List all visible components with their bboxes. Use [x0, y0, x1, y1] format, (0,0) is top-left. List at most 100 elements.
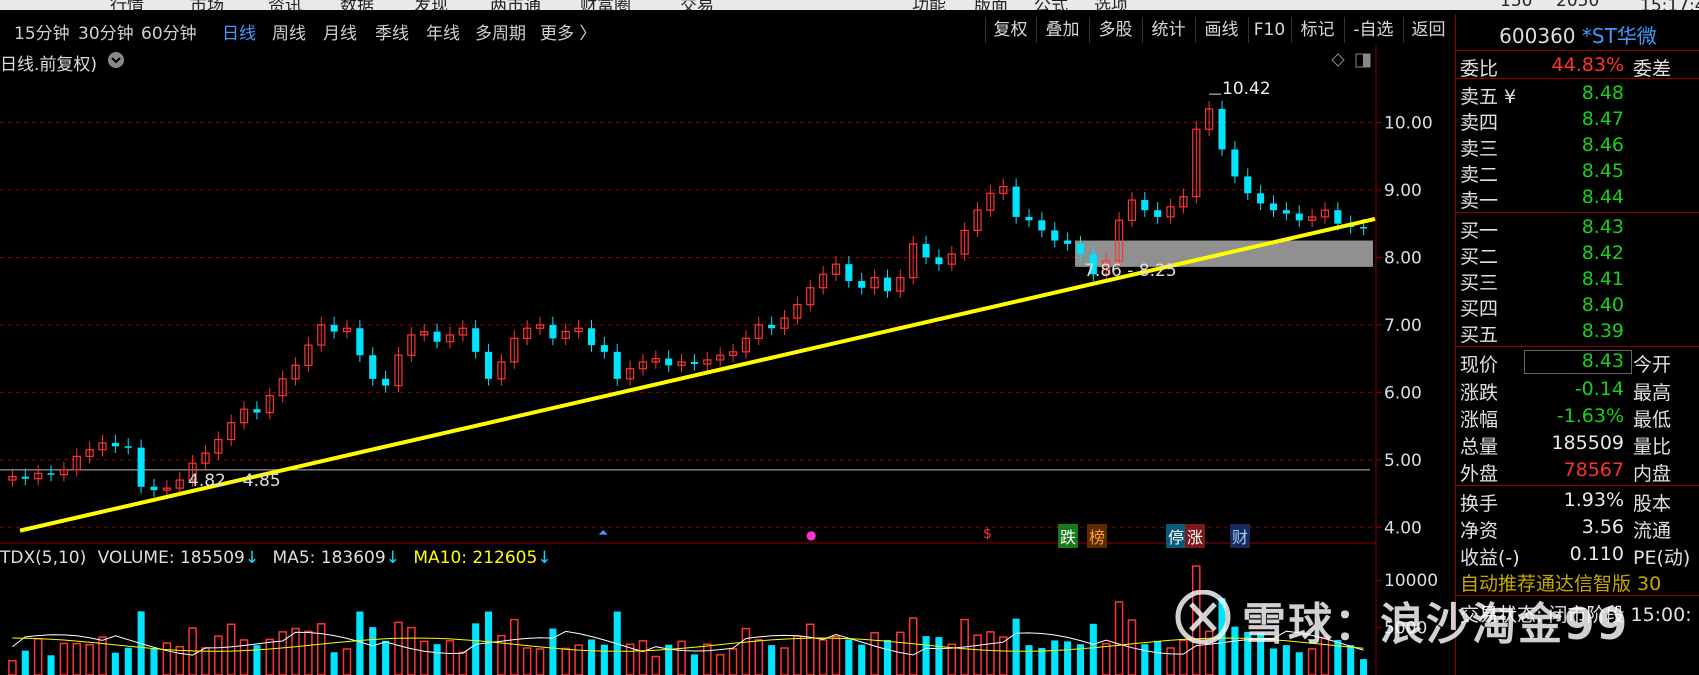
- bid-price: 8.43: [1581, 216, 1624, 238]
- volume-bar: [1295, 652, 1303, 675]
- volume-bar: [1114, 601, 1124, 675]
- marker-finance[interactable]: 财: [1230, 524, 1251, 548]
- top-menu-item[interactable]: 版面: [974, 0, 1008, 10]
- top-menu-item[interactable]: 数据: [340, 0, 374, 10]
- marker-fall[interactable]: 跌: [1058, 524, 1079, 548]
- mark-button[interactable]: 标记: [1291, 17, 1343, 43]
- down-arrow-icon: ↓: [537, 548, 552, 568]
- top-menu-item[interactable]: 2050: [1556, 0, 1599, 10]
- stock-header: 600360 *ST华微: [1456, 20, 1699, 49]
- zone-high-label: 7.86 - 8.25: [1084, 261, 1177, 281]
- dropdown-icon[interactable]: [107, 51, 125, 69]
- f10-button[interactable]: F10: [1248, 17, 1290, 43]
- top-menu-item[interactable]: 交易: [680, 0, 714, 10]
- draw-line-button[interactable]: 画线: [1195, 17, 1247, 43]
- period-quarterly[interactable]: 季线: [375, 19, 409, 44]
- top-menu-item[interactable]: 功能: [912, 0, 946, 10]
- ask-row[interactable]: 卖四 8.47: [1456, 106, 1699, 134]
- down-arrow-icon: ↓: [385, 548, 400, 568]
- stat-right-label: 流通: [1633, 520, 1672, 542]
- period-weekly[interactable]: 周线: [272, 19, 306, 44]
- marker-halt[interactable]: 停: [1166, 524, 1187, 548]
- stat-label: 涨幅: [1460, 409, 1499, 431]
- stat-right-label: 量比: [1633, 436, 1672, 458]
- stat-row: 净资 3.56 流通: [1456, 514, 1699, 542]
- stat-value: 0.110: [1569, 543, 1624, 565]
- top-menu-item[interactable]: 公式: [1034, 0, 1068, 10]
- webi-row: 委比 44.83% 委差: [1456, 52, 1699, 80]
- stat-value: 1.93%: [1563, 489, 1624, 511]
- volume-bar: [896, 631, 905, 675]
- period-more[interactable]: 更多 〉: [540, 19, 596, 44]
- top-menu-item[interactable]: 行情: [110, 0, 144, 10]
- candle-body: [1141, 200, 1149, 211]
- kline-chart[interactable]: 10.009.008.007.006.005.004.00100005000: [0, 46, 1455, 675]
- period-30min[interactable]: 30分钟: [78, 19, 134, 44]
- bid-row[interactable]: 买四 8.40: [1456, 292, 1699, 320]
- period-daily[interactable]: 日线: [222, 19, 256, 44]
- candle-body: [433, 331, 441, 342]
- y-tick-label: 6.00: [1384, 383, 1422, 403]
- ask-price: 8.48: [1581, 82, 1624, 104]
- y-tick-label: 5.00: [1384, 451, 1422, 471]
- bid-row[interactable]: 买五 8.39: [1456, 318, 1699, 346]
- back-button[interactable]: 返回: [1403, 17, 1453, 43]
- volume-bar: [330, 652, 338, 675]
- top-menu-item[interactable]: 选项: [1094, 0, 1128, 10]
- marker-s-icon: $: [983, 526, 992, 542]
- window-controls-icon[interactable]: [1330, 52, 1372, 70]
- volume-bar: [922, 636, 930, 675]
- candle-body: [1257, 193, 1265, 204]
- candle-body: [1025, 216, 1033, 221]
- top-menu-item[interactable]: 财富圈: [580, 0, 631, 10]
- volume-bar: [1269, 648, 1278, 675]
- stat-label: 换手: [1460, 493, 1499, 515]
- top-menu-item[interactable]: 市场: [190, 0, 224, 10]
- volume-bar: [304, 630, 313, 675]
- top-menu-item[interactable]: 15:17:42 周五: [1640, 0, 1699, 10]
- bid-row[interactable]: 买一 8.43: [1456, 214, 1699, 242]
- volume-indicator-name[interactable]: TDX(5,10): [0, 548, 86, 568]
- marker-rise[interactable]: 涨: [1185, 524, 1206, 548]
- ask-row[interactable]: 卖一 8.44: [1456, 184, 1699, 212]
- stat-value: 78567: [1563, 459, 1624, 481]
- overlay-button[interactable]: 叠加: [1036, 17, 1088, 43]
- candle-body: [47, 473, 55, 475]
- period-60min[interactable]: 60分钟: [141, 19, 197, 44]
- candle-body: [111, 442, 119, 447]
- stat-value: 185509: [1551, 432, 1624, 454]
- marker-rank[interactable]: 榜: [1087, 524, 1108, 548]
- period-yearly[interactable]: 年线: [426, 19, 460, 44]
- bid-row[interactable]: 买二 8.42: [1456, 240, 1699, 268]
- period-multi[interactable]: 多周期: [475, 19, 526, 44]
- multi-stock-button[interactable]: 多股: [1089, 17, 1141, 43]
- candle-body: [369, 355, 377, 379]
- candlesticks: [8, 93, 1368, 497]
- volume-bar: [407, 626, 416, 675]
- bid-row[interactable]: 买三 8.41: [1456, 266, 1699, 294]
- volume-bar: [768, 645, 776, 675]
- top-menu-item[interactable]: 发现: [414, 0, 448, 10]
- candle-body: [485, 351, 493, 379]
- ask-row[interactable]: 卖二 8.45: [1456, 158, 1699, 186]
- ask-row[interactable]: 卖五 ¥ 8.48: [1456, 80, 1699, 108]
- statistics-button[interactable]: 统计: [1142, 17, 1194, 43]
- period-15min[interactable]: 15分钟: [14, 19, 70, 44]
- candle-body: [1231, 149, 1239, 177]
- volume-bar: [690, 654, 698, 675]
- candle-body: [1244, 176, 1252, 194]
- fuquan-button[interactable]: 复权: [985, 17, 1035, 43]
- ask-row[interactable]: 卖三 8.46: [1456, 132, 1699, 160]
- top-menu-item[interactable]: 资讯: [268, 0, 302, 10]
- chart-title: 日线.前复权): [0, 55, 98, 75]
- stat-right-label: 股本: [1633, 493, 1672, 515]
- candle-body: [549, 324, 557, 339]
- top-menu-item[interactable]: 两市通: [490, 0, 541, 10]
- candle-body: [1154, 210, 1162, 217]
- candle-body: [1282, 210, 1290, 214]
- stat-right-label: 最高: [1633, 382, 1672, 404]
- top-menu-item[interactable]: 150: [1500, 0, 1532, 10]
- period-monthly[interactable]: 月线: [323, 19, 357, 44]
- volume-bar: [651, 655, 661, 675]
- remove-favorite-button[interactable]: -自选: [1344, 17, 1402, 43]
